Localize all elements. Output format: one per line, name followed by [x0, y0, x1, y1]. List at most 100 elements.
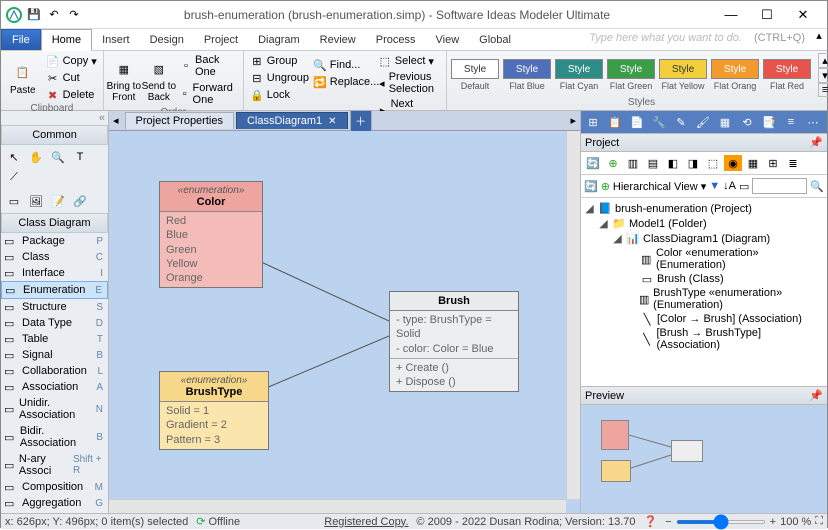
- ungroup-button[interactable]: ⊟Ungroup: [248, 70, 311, 86]
- menu-global[interactable]: Global: [469, 29, 521, 50]
- menu-insert[interactable]: Insert: [92, 29, 140, 50]
- paste-button[interactable]: 📋Paste: [5, 58, 41, 99]
- sort-icon[interactable]: ↓A: [723, 180, 736, 192]
- pt-i7[interactable]: ▦: [744, 155, 762, 171]
- tab-classdiagram1[interactable]: ClassDiagram1✕: [236, 112, 348, 129]
- style-swatch[interactable]: Style: [555, 59, 603, 79]
- rect-tool-icon[interactable]: ▭: [4, 192, 24, 210]
- status-help-icon[interactable]: ❓: [644, 515, 658, 528]
- image-tool-icon[interactable]: 🖼: [26, 192, 46, 210]
- replace-button[interactable]: 🔁Replace...: [311, 74, 382, 90]
- lock-button[interactable]: 🔒Lock: [248, 87, 311, 103]
- maximize-button[interactable]: ☐: [755, 5, 779, 25]
- zoom-tool-icon[interactable]: 🔍: [48, 148, 68, 166]
- pt-refresh2-icon[interactable]: 🔄: [584, 180, 598, 193]
- send-back-button[interactable]: ▧Send to Back: [143, 54, 175, 106]
- pt-add2-icon[interactable]: ⊕: [601, 180, 610, 193]
- sidebar-item[interactable]: ▭InterfaceI: [1, 265, 108, 281]
- style-swatch[interactable]: Style: [503, 59, 551, 79]
- select-button[interactable]: ⬚Select ▾: [376, 53, 442, 69]
- rt-icon-1[interactable]: ⊞: [583, 113, 603, 131]
- style-swatch[interactable]: Style: [607, 59, 655, 79]
- tree-item[interactable]: ╲[Brush → BrushType] (Association): [584, 326, 824, 352]
- minimize-button[interactable]: —: [719, 5, 743, 25]
- sidebar-item[interactable]: ▭CompositionM: [1, 479, 108, 495]
- pin-icon[interactable]: 📌: [809, 136, 823, 149]
- tab-project-properties[interactable]: Project Properties: [125, 112, 234, 129]
- tree-item[interactable]: ▥Color «enumeration» (Enumeration): [584, 246, 824, 272]
- view-mode[interactable]: Hierarchical View ▾: [613, 180, 706, 193]
- sidebar-item[interactable]: ▭Unidir. AssociationN: [1, 395, 108, 423]
- styles-down-icon[interactable]: ▾: [818, 68, 828, 83]
- sidebar-item[interactable]: ▭AssociationA: [1, 379, 108, 395]
- link-tool-icon[interactable]: 🔗: [70, 192, 90, 210]
- tree-item[interactable]: ▥BrushType «enumeration» (Enumeration): [584, 286, 824, 312]
- sidebar-item[interactable]: ▭Data TypeD: [1, 315, 108, 331]
- close-button[interactable]: ✕: [791, 5, 815, 25]
- rt-icon-3[interactable]: 📄: [627, 113, 647, 131]
- rt-icon-5[interactable]: ✎: [671, 113, 691, 131]
- bring-front-button[interactable]: ▦Bring to Front: [108, 54, 140, 106]
- tabs-back-icon[interactable]: ◂: [109, 114, 123, 127]
- pin-icon-2[interactable]: 📌: [809, 389, 823, 402]
- zoom-control[interactable]: −+ 100 %⛶: [665, 515, 823, 528]
- rt-icon-9[interactable]: 📑: [759, 113, 779, 131]
- rt-icon-7[interactable]: ▦: [715, 113, 735, 131]
- rt-icon-10[interactable]: ≡: [781, 113, 801, 131]
- menu-diagram[interactable]: Diagram: [248, 29, 310, 50]
- canvas[interactable]: «enumeration»Color RedBlueGreenYellowOra…: [109, 131, 580, 513]
- cut-button[interactable]: ✂Cut: [44, 70, 99, 86]
- pt-i6[interactable]: ◉: [724, 155, 742, 171]
- save-icon[interactable]: 💾: [25, 6, 43, 24]
- node-color[interactable]: «enumeration»Color RedBlueGreenYellowOra…: [159, 181, 263, 288]
- pointer-tool-icon[interactable]: ↖: [4, 148, 24, 166]
- filter-icon[interactable]: ▼: [709, 180, 720, 192]
- fullscreen-icon[interactable]: ⛶: [815, 515, 823, 528]
- sidebar-item[interactable]: ▭CollaborationL: [1, 363, 108, 379]
- connection-tool-icon[interactable]: ⟋: [4, 168, 24, 186]
- node-brushtype[interactable]: «enumeration»BrushType Solid = 1Gradient…: [159, 371, 269, 450]
- style-swatch[interactable]: Style: [763, 59, 811, 79]
- node-brush[interactable]: Brush - type: BrushType = Solid- color: …: [389, 291, 519, 392]
- menu-home[interactable]: Home: [41, 29, 92, 51]
- project-tree[interactable]: ◢📘brush-enumeration (Project) ◢📁Model1 (…: [581, 198, 827, 386]
- props-icon[interactable]: ▭: [739, 180, 749, 193]
- ribbon-collapse-icon[interactable]: ▴: [811, 29, 827, 50]
- search-icon[interactable]: 🔍: [810, 180, 824, 193]
- sidebar-item[interactable]: ▭ClassC: [1, 249, 108, 265]
- pt-i5[interactable]: ⬚: [704, 155, 722, 171]
- undo-icon[interactable]: ↶: [45, 6, 63, 24]
- pt-refresh-icon[interactable]: 🔄: [584, 155, 602, 171]
- pt-i1[interactable]: ▥: [624, 155, 642, 171]
- pt-i3[interactable]: ◧: [664, 155, 682, 171]
- project-search-input[interactable]: [752, 178, 807, 194]
- canvas-scroll-v[interactable]: [566, 131, 580, 499]
- rt-icon-2[interactable]: 📋: [605, 113, 625, 131]
- sidebar-item[interactable]: ▭Bidir. AssociationB: [1, 423, 108, 451]
- rt-icon-4[interactable]: 🔧: [649, 113, 669, 131]
- tree-item[interactable]: ▭Brush (Class): [584, 272, 824, 286]
- menu-review[interactable]: Review: [310, 29, 366, 50]
- prev-sel-button[interactable]: ◂Previous Selection: [376, 70, 442, 96]
- delete-button[interactable]: ✖Delete: [44, 87, 99, 103]
- rt-icon-6[interactable]: 🖌: [693, 113, 713, 131]
- menu-file[interactable]: File: [1, 29, 41, 50]
- group-button[interactable]: ⊞Group: [248, 53, 311, 69]
- sidebar-item[interactable]: ▭StructureS: [1, 299, 108, 315]
- sidebar-item[interactable]: ▭SignalB: [1, 347, 108, 363]
- hand-tool-icon[interactable]: ✋: [26, 148, 46, 166]
- style-swatch[interactable]: Style: [711, 59, 759, 79]
- sidebar-item[interactable]: ▭PackageP: [1, 233, 108, 249]
- sidebar-collapse-icon[interactable]: «: [1, 111, 108, 125]
- menu-design[interactable]: Design: [140, 29, 194, 50]
- new-tab-button[interactable]: ＋: [350, 110, 372, 131]
- style-swatch[interactable]: Style: [451, 59, 499, 79]
- styles-up-icon[interactable]: ▴: [818, 53, 828, 68]
- pt-i9[interactable]: ≣: [784, 155, 802, 171]
- menu-view[interactable]: View: [426, 29, 470, 50]
- rt-icon-8[interactable]: ⟲: [737, 113, 757, 131]
- sidebar-item[interactable]: ▭N-ary AssociShift + R: [1, 451, 108, 479]
- text-tool-icon[interactable]: T: [70, 148, 90, 166]
- menu-process[interactable]: Process: [366, 29, 426, 50]
- pt-i2[interactable]: ▤: [644, 155, 662, 171]
